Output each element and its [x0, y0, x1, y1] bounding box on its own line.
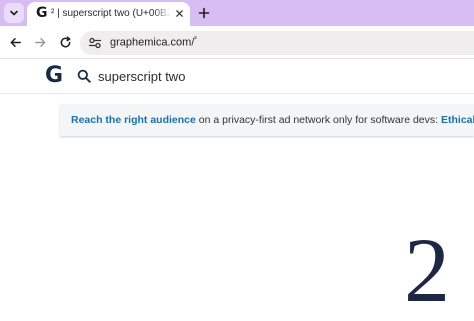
tab-title: ² | superscript two (U+00B2) @ Graphemic… [51, 8, 169, 19]
ad-text: Reach the right audience on a privacy-fi… [71, 114, 474, 126]
active-tab[interactable]: G ² | superscript two (U+00B2) @ Graphem… [27, 2, 190, 26]
reload-icon [60, 35, 70, 47]
plus-icon [198, 7, 210, 19]
back-button[interactable] [7, 34, 23, 50]
toolbar-divider [0, 58, 474, 59]
back-arrow-icon [10, 37, 21, 47]
graphemica-favicon-icon: G [36, 5, 48, 21]
tune-icon [88, 37, 102, 49]
tab-search-button[interactable] [4, 3, 24, 23]
character-glyph: 2 [404, 219, 450, 321]
new-tab-button[interactable] [195, 4, 213, 22]
tab-close-button[interactable] [173, 7, 185, 19]
ethicalads-link[interactable]: EthicalAds [441, 114, 474, 126]
forward-button[interactable] [32, 34, 48, 50]
ad-headline-link[interactable]: Reach the right audience [71, 114, 196, 126]
ad-banner[interactable]: Reach the right audience on a privacy-fi… [60, 104, 474, 136]
ad-body-text: on a privacy-first ad network only for s… [195, 114, 441, 126]
site-info-button[interactable] [88, 36, 102, 50]
close-icon [175, 9, 183, 17]
chevron-down-icon [10, 10, 18, 16]
search-input[interactable] [98, 66, 458, 86]
search-icon[interactable] [77, 69, 91, 83]
header-divider [0, 93, 474, 94]
graphemica-logo[interactable]: G [45, 64, 65, 88]
url-text[interactable]: graphemica.com/² [110, 36, 197, 49]
url-host: graphemica.com/ [110, 36, 195, 49]
tab-strip: G ² | superscript two (U+00B2) @ Graphem… [0, 0, 474, 26]
reload-button[interactable] [57, 34, 73, 50]
url-path: ² [194, 36, 197, 43]
forward-arrow-icon [34, 37, 45, 47]
tab-title-fade [153, 6, 171, 22]
search-icon-glyph [77, 69, 91, 83]
